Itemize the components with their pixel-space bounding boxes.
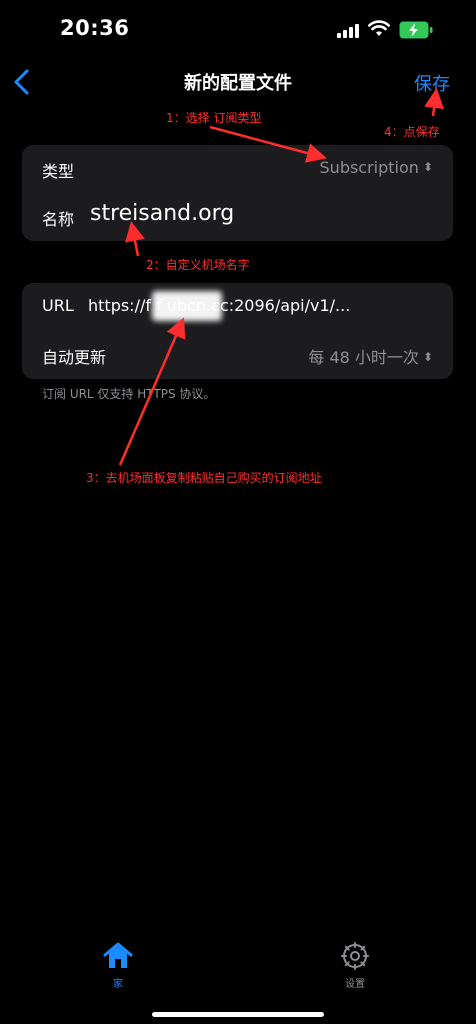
arrow-step4: [424, 88, 444, 117]
name-row[interactable]: 名称 streisand.org: [22, 193, 453, 241]
tab-settings-label: 设置: [345, 979, 365, 990]
auto-update-label: 自动更新: [42, 348, 107, 367]
auto-update-row[interactable]: 自动更新 每 48 小时一次 ⬍: [22, 331, 453, 379]
status-bar: 20:36: [0, 0, 476, 60]
redaction-mask: [152, 291, 222, 321]
annotation-step4: 4：点保存: [384, 125, 440, 139]
tab-settings[interactable]: 设置: [325, 940, 385, 990]
type-picker[interactable]: Subscription ⬍: [320, 158, 433, 177]
subscription-section: URL https://f f ubcn.cc:2096/api/v1/... …: [22, 283, 453, 379]
name-label: 名称: [42, 210, 75, 229]
name-input[interactable]: streisand.org: [90, 201, 234, 226]
gear-icon: [341, 942, 369, 970]
url-label: URL: [42, 296, 74, 315]
type-value: Subscription: [319, 158, 419, 177]
wifi-icon: [368, 20, 390, 36]
https-footnote: 订阅 URL 仅支持 HTTPS 协议。: [42, 387, 216, 401]
tab-home[interactable]: 家: [88, 940, 148, 990]
type-label: 类型: [42, 162, 75, 181]
auto-update-value: 每 48 小时一次: [308, 348, 419, 367]
annotation-step3: 3：去机场面板复制粘贴自己购买的订阅地址: [86, 471, 322, 485]
page-title: 新的配置文件: [184, 73, 292, 94]
auto-update-picker[interactable]: 每 48 小时一次 ⬍: [308, 344, 433, 368]
profile-section: 类型 Subscription ⬍ 名称 streisand.org: [22, 145, 453, 241]
chevron-up-down-icon: ⬍: [422, 350, 433, 364]
house-icon: [103, 942, 133, 968]
url-row[interactable]: URL https://f f ubcn.cc:2096/api/v1/...: [22, 283, 453, 331]
annotation-step2: 2：自定义机场名字: [146, 258, 250, 272]
battery-charging-icon: [399, 21, 433, 39]
status-time: 20:36: [60, 16, 130, 40]
home-indicator: [152, 1012, 324, 1017]
type-row[interactable]: 类型 Subscription ⬍: [22, 145, 453, 193]
cellular-signal-icon: [337, 24, 359, 38]
tab-home-label: 家: [113, 979, 123, 990]
chevron-up-down-icon: ⬍: [422, 160, 433, 174]
save-button[interactable]: 保存: [414, 70, 450, 96]
annotation-step1: 1：选择 订阅类型: [166, 111, 262, 125]
